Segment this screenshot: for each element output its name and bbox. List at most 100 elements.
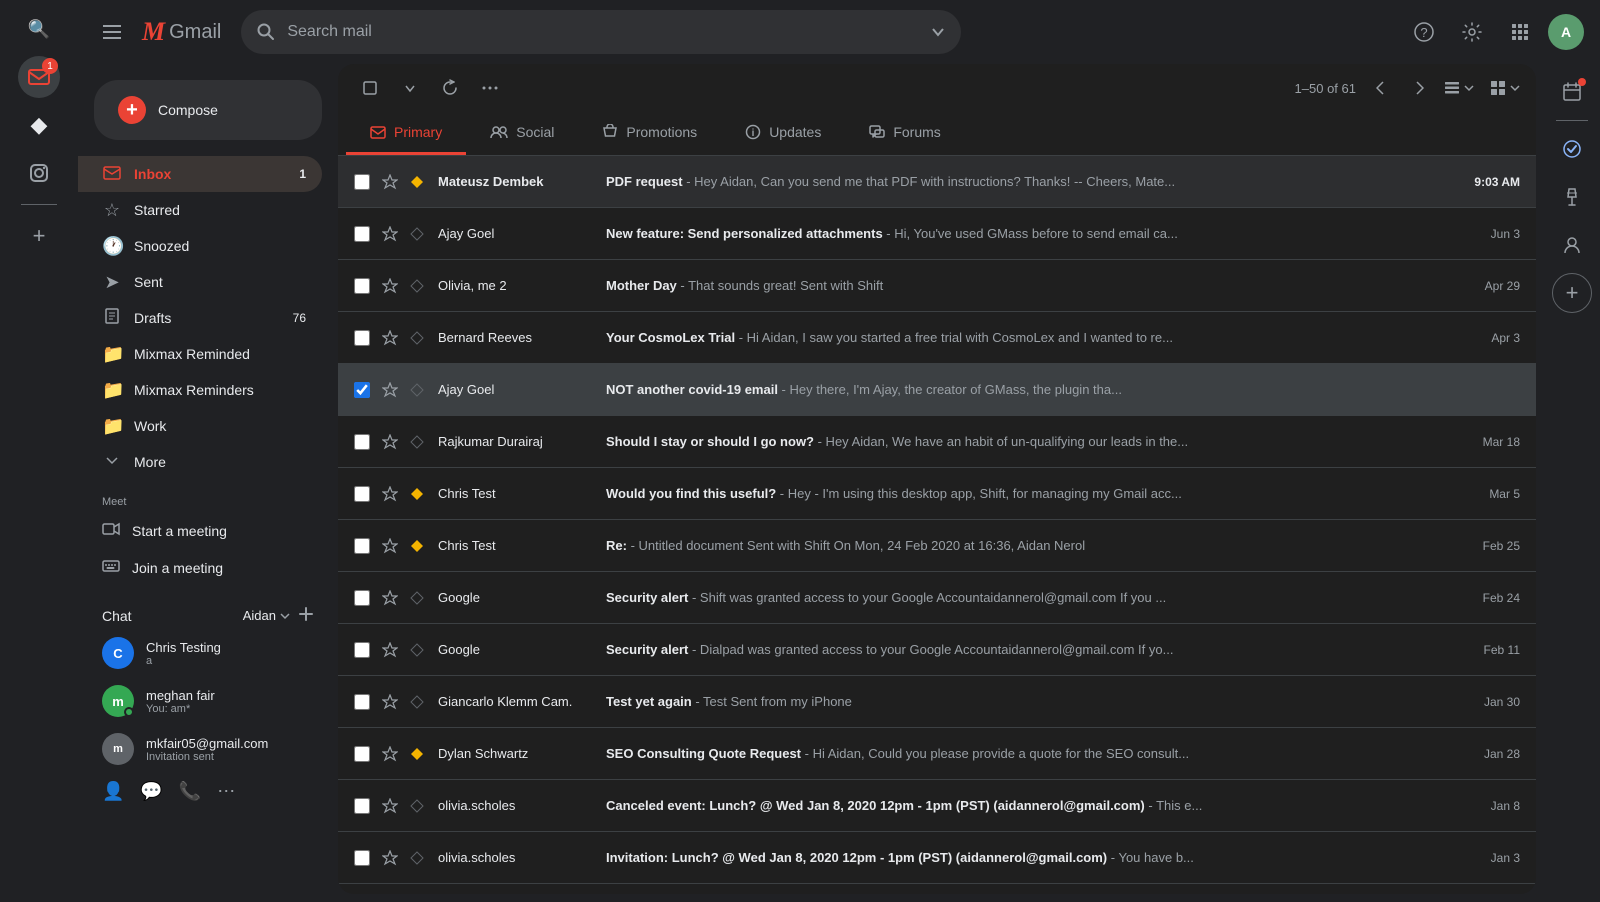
email-checkbox[interactable] <box>354 174 374 190</box>
view-toggle-button[interactable] <box>1444 80 1474 96</box>
compose-button[interactable]: + Compose <box>94 80 322 140</box>
email-row[interactable]: Chris TestRe: - Untitled document Sent w… <box>338 520 1536 572</box>
instagram-icon[interactable] <box>18 152 60 194</box>
sidebar-item-more[interactable]: More <box>78 444 322 480</box>
email-checkbox[interactable] <box>354 278 374 294</box>
email-row[interactable]: olivia.scholesCanceled event: Lunch? @ W… <box>338 780 1536 832</box>
gmail-app-icon[interactable]: 1 <box>18 56 60 98</box>
tab-social[interactable]: Social <box>466 112 578 155</box>
aidan-chat-item[interactable]: Aidan <box>243 608 290 623</box>
calendar-right-icon[interactable] <box>1552 72 1592 112</box>
tab-forums[interactable]: Forums <box>845 112 964 155</box>
email-row[interactable]: GoogleSecurity alert - Dialpad was grant… <box>338 624 1536 676</box>
chat-item-chris-testing[interactable]: C Chris Testing a <box>78 629 338 677</box>
search-input[interactable] <box>287 23 919 41</box>
new-meeting-icon[interactable]: 👤 <box>102 781 124 802</box>
email-checkbox[interactable] <box>354 486 374 502</box>
search-dropdown-icon[interactable] <box>931 25 945 39</box>
star-button[interactable] <box>382 538 402 554</box>
star-button[interactable] <box>382 746 402 762</box>
contacts-right-icon[interactable] <box>1552 225 1592 265</box>
keep-right-icon[interactable] <box>1552 177 1592 217</box>
tab-promotions[interactable]: Promotions <box>578 112 721 155</box>
email-checkbox[interactable] <box>354 590 374 606</box>
star-button[interactable] <box>382 382 402 398</box>
sender-name: Olivia, me 2 <box>438 278 598 293</box>
sidebar-item-inbox[interactable]: Inbox 1 <box>78 156 322 192</box>
email-checkbox[interactable] <box>354 226 374 242</box>
add-chat-button[interactable] <box>298 606 314 625</box>
email-checkbox[interactable] <box>354 798 374 814</box>
chat-item-meghan-fair[interactable]: m meghan fair You: am* <box>78 677 338 725</box>
menu-button[interactable] <box>94 14 130 50</box>
search-bar[interactable] <box>241 10 961 54</box>
email-checkbox[interactable] <box>354 538 374 554</box>
email-row[interactable]: Mateusz DembekPDF request - Hey Aidan, C… <box>338 156 1536 208</box>
chat-item-mkfair05[interactable]: m mkfair05@gmail.com Invitation sent <box>78 725 338 773</box>
email-checkbox[interactable] <box>354 434 374 450</box>
more-toolbar-button[interactable] <box>474 72 506 104</box>
new-chat-icon[interactable]: 💬 <box>140 781 162 802</box>
apps-button[interactable] <box>1500 12 1540 52</box>
sidebar-item-mixmax-reminded[interactable]: 📁 Mixmax Reminded <box>78 336 322 372</box>
mkfair05-msg: Invitation sent <box>146 751 314 763</box>
density-toggle-button[interactable] <box>1490 80 1520 96</box>
email-row[interactable]: Ajay GoelNew feature: Send personalized … <box>338 208 1536 260</box>
email-subject: Security alert - Shift was granted acces… <box>606 590 1452 605</box>
email-row[interactable]: Chris TestWould you find this useful? - … <box>338 468 1536 520</box>
select-dropdown-button[interactable] <box>394 72 426 104</box>
email-row[interactable]: Olivia, me 2Document you asked for - Hey… <box>338 884 1536 894</box>
star-button[interactable] <box>382 434 402 450</box>
search-icon[interactable]: 🔍 <box>18 8 60 50</box>
email-row[interactable]: olivia.scholesInvitation: Lunch? @ Wed J… <box>338 832 1536 884</box>
star-button[interactable] <box>382 798 402 814</box>
add-account-icon[interactable]: + <box>18 215 60 257</box>
star-button[interactable] <box>382 850 402 866</box>
email-row[interactable]: Dylan SchwartzSEO Consulting Quote Reque… <box>338 728 1536 780</box>
join-meeting-button[interactable]: Join a meeting <box>78 549 338 586</box>
tab-updates[interactable]: i Updates <box>721 112 845 155</box>
settings-button[interactable] <box>1452 12 1492 52</box>
email-checkbox[interactable] <box>354 330 374 346</box>
gmail-container: M Gmail ? <box>78 0 1600 902</box>
star-button[interactable] <box>382 642 402 658</box>
email-row[interactable]: Giancarlo Klemm Cam.Test yet again - Tes… <box>338 676 1536 728</box>
email-row[interactable]: Rajkumar DurairajShould I stay or should… <box>338 416 1536 468</box>
select-all-button[interactable] <box>354 72 386 104</box>
account-avatar[interactable]: A <box>1548 14 1584 50</box>
email-row[interactable]: Ajay GoelNOT another covid-19 email - He… <box>338 364 1536 416</box>
email-row[interactable]: GoogleSecurity alert - Shift was granted… <box>338 572 1536 624</box>
help-button[interactable]: ? <box>1404 12 1444 52</box>
star-button[interactable] <box>382 226 402 242</box>
email-row[interactable]: Olivia, me 2Mother Day - That sounds gre… <box>338 260 1536 312</box>
email-checkbox[interactable] <box>354 850 374 866</box>
sidebar-item-starred[interactable]: ☆ Starred <box>78 192 322 228</box>
more-chat-icon[interactable]: ⋯ <box>217 781 235 802</box>
start-meeting-button[interactable]: Start a meeting <box>78 512 338 549</box>
sidebar-item-snoozed[interactable]: 🕐 Snoozed <box>78 228 322 264</box>
email-checkbox[interactable] <box>354 694 374 710</box>
phone-icon[interactable]: 📞 <box>179 781 201 802</box>
star-button[interactable] <box>382 694 402 710</box>
email-row[interactable]: Bernard ReevesYour CosmoLex Trial - Hi A… <box>338 312 1536 364</box>
star-button[interactable] <box>382 330 402 346</box>
star-button[interactable] <box>382 590 402 606</box>
tasks-right-icon[interactable] <box>1552 129 1592 169</box>
prev-page-button[interactable] <box>1364 72 1396 104</box>
sidebar-item-sent[interactable]: ➤ Sent <box>78 264 322 300</box>
email-checkbox[interactable] <box>354 642 374 658</box>
email-checkbox[interactable] <box>354 746 374 762</box>
next-page-button[interactable] <box>1404 72 1436 104</box>
chat-section-label: Chat <box>102 608 243 624</box>
refresh-button[interactable] <box>434 72 466 104</box>
sidebar-item-drafts[interactable]: Drafts 76 <box>78 300 322 336</box>
star-button[interactable] <box>382 278 402 294</box>
email-checkbox[interactable] <box>354 382 374 398</box>
sidebar-item-mixmax-reminders[interactable]: 📁 Mixmax Reminders <box>78 372 322 408</box>
star-button[interactable] <box>382 174 402 190</box>
star-button[interactable] <box>382 486 402 502</box>
slack-icon[interactable]: ◆ <box>18 104 60 146</box>
tab-primary[interactable]: Primary <box>346 112 466 155</box>
add-right-button[interactable]: + <box>1552 273 1592 313</box>
sidebar-item-work[interactable]: 📁 Work <box>78 408 322 444</box>
